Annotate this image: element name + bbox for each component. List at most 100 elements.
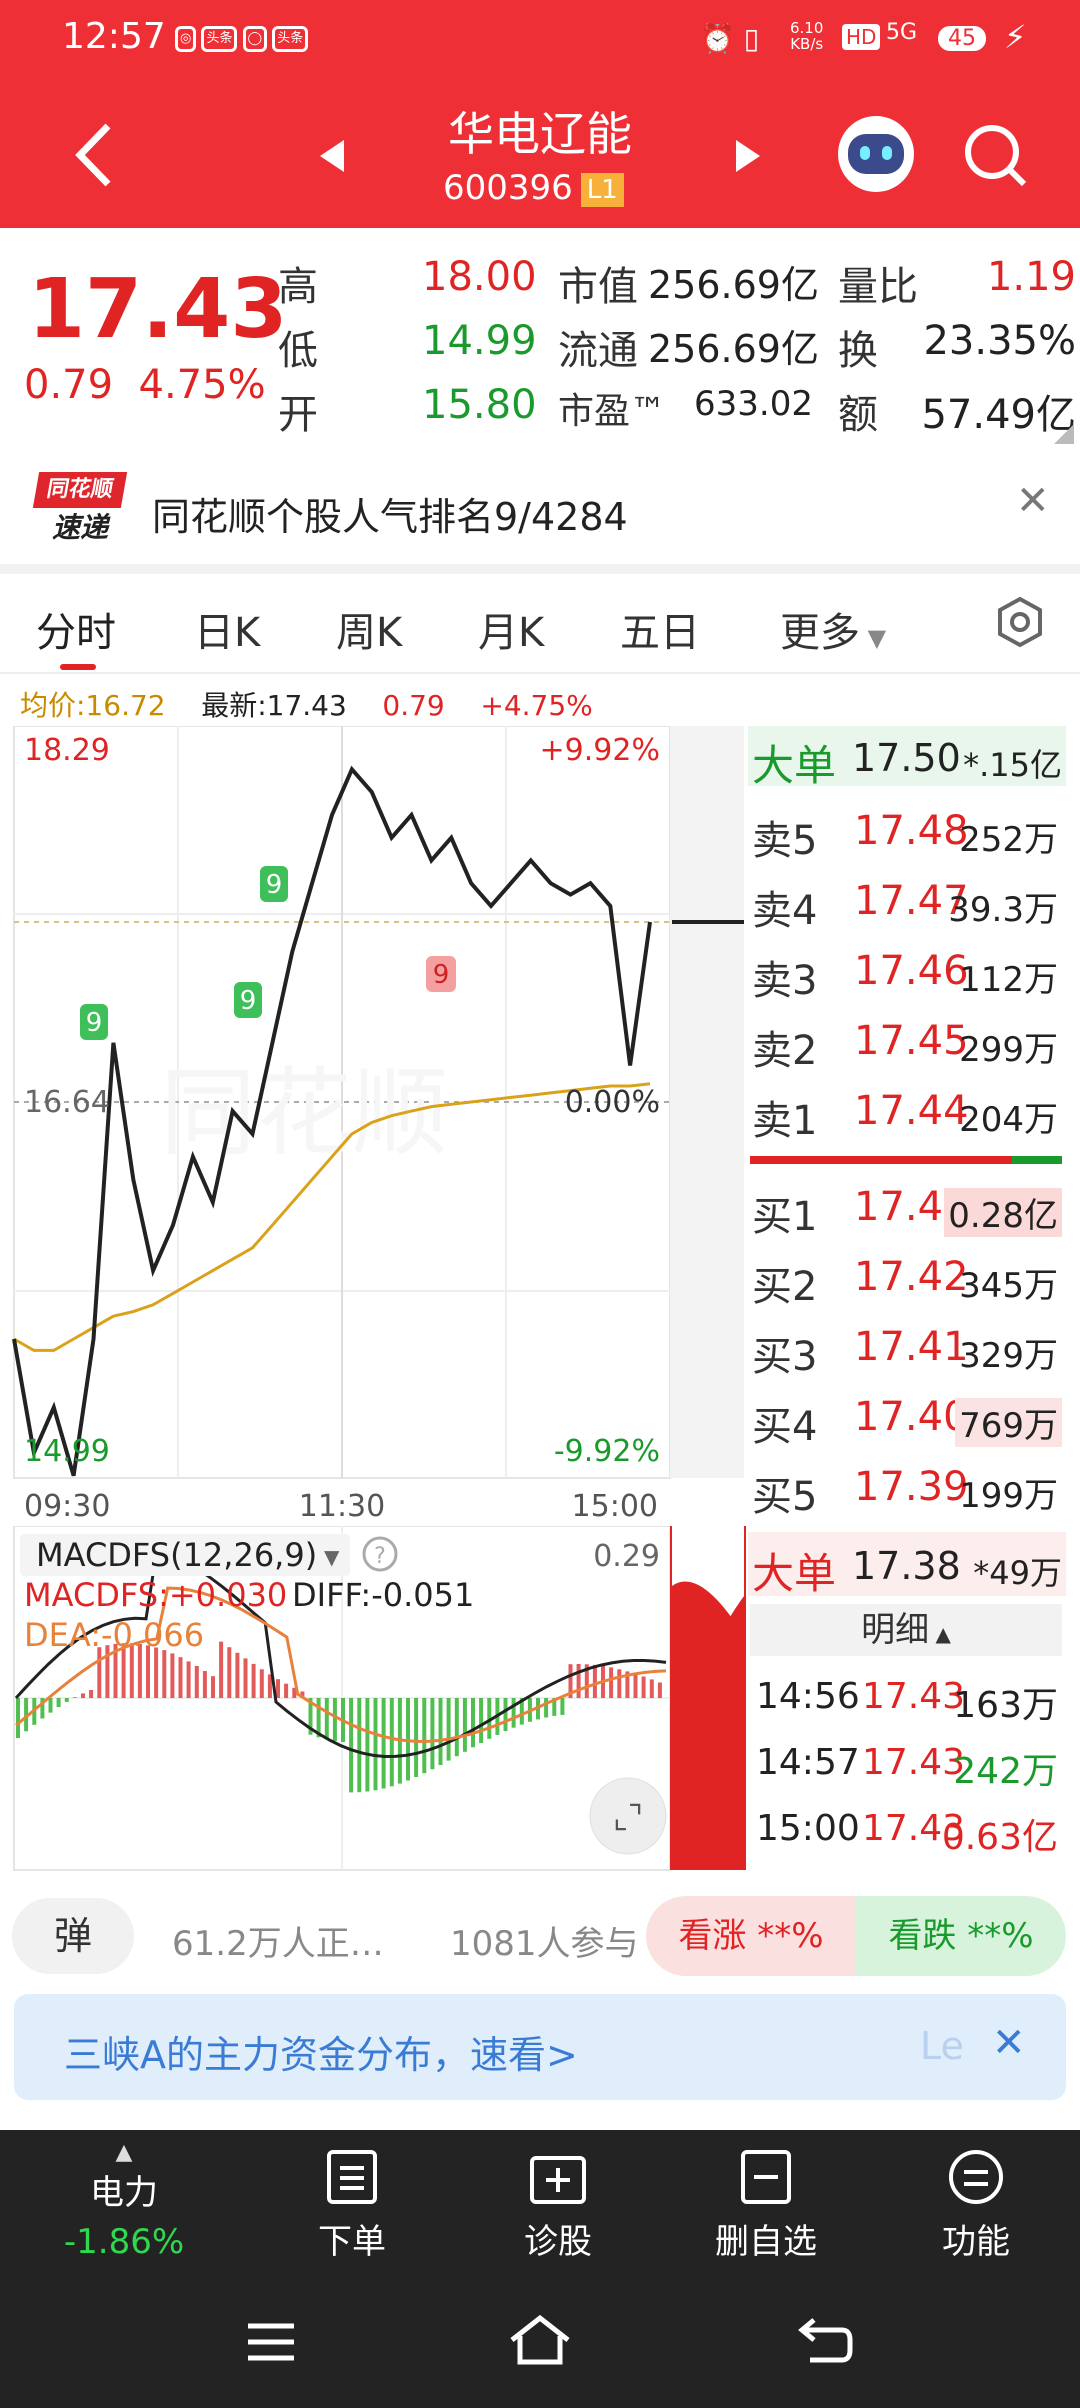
macd-bar [657, 1682, 662, 1698]
tab-monthly-k[interactable]: 月K [478, 600, 544, 658]
high-label: 高 [278, 264, 318, 310]
alarm-vibrate-icons: ⏰ ▯ [700, 22, 760, 55]
banner-close-icon[interactable]: ✕ [992, 2020, 1026, 2066]
low-value: 14.99 [422, 318, 537, 364]
bearish-vote-button[interactable]: 看跌 **% [856, 1896, 1066, 1976]
macd-bar [170, 1653, 175, 1698]
bid-row-4[interactable]: 买4 17.40 769万 [752, 1386, 1062, 1452]
open-label: 开 [278, 392, 318, 438]
mcap-label: 市值 [558, 264, 638, 310]
tab-weekly-k[interactable]: 周K [336, 600, 402, 658]
time-label-open: 09:30 [24, 1489, 110, 1524]
remove-icon [741, 2150, 791, 2204]
remove-watchlist-button[interactable]: 删自选 [686, 2150, 846, 2263]
high-value: 18.00 [422, 254, 537, 300]
axis-mid-price: 16.64 [24, 1085, 110, 1120]
next-stock-icon[interactable] [732, 138, 762, 174]
intraday-price-chart[interactable]: 同花顺 18.29 +9.92% 16.64 0.00% 14.99 -9.92… [0, 726, 745, 1526]
stock-code: 600396 [443, 168, 573, 208]
current-price: 17.43 [28, 262, 288, 357]
close-icon[interactable]: ✕ [1016, 478, 1050, 524]
signal-icon: 5G [886, 20, 918, 45]
ask-row-3[interactable]: 卖3 17.46 112万 [752, 940, 1062, 1006]
settings-icon[interactable] [994, 596, 1046, 648]
svg-text:9: 9 [433, 960, 450, 990]
back-icon[interactable] [70, 120, 120, 190]
expand-corner-icon[interactable] [1054, 424, 1074, 444]
detail-header[interactable]: 明细 ▲ [750, 1604, 1062, 1656]
signal-marker[interactable]: 9 [260, 866, 288, 902]
app-notification-icons: ◎ 头条 ◯ 头条 [175, 26, 309, 52]
divider [0, 564, 1080, 574]
right-gutter [670, 726, 744, 1478]
battery-icon: 45 [938, 26, 986, 51]
level-badge: L1 [580, 172, 624, 207]
change-value: 0.79 [24, 362, 114, 408]
signal-marker[interactable]: 9 [80, 1004, 108, 1040]
bullish-vote-button[interactable]: 看涨 **% [646, 1896, 856, 1976]
bid-row-5[interactable]: 买5 17.39 199万 [752, 1456, 1062, 1522]
notice-text: 同花顺个股人气排名9/4284 [152, 495, 628, 539]
axis-bottom-pct: -9.92% [554, 1434, 660, 1469]
macd-bar [592, 1664, 597, 1698]
ask-row-5[interactable]: 卖5 17.48 252万 [752, 800, 1062, 866]
macd-bar [609, 1667, 614, 1698]
promo-banner[interactable]: 三峡A的主力资金分布，速看> Le ✕ [14, 1994, 1066, 2100]
ask-row-4[interactable]: 卖4 17.47 39.3万 [752, 870, 1062, 936]
trade-tick: 15:00 17.43 0.63亿 [756, 1808, 1058, 1858]
home-nav-icon[interactable] [508, 2314, 572, 2366]
tab-five-day[interactable]: 五日 [620, 600, 700, 658]
notice-bar[interactable]: 同花顺 速递 同花顺个股人气排名9/4284 ✕ [0, 452, 1080, 564]
price-change: 0.79 4.75% [24, 362, 266, 408]
macd-bar [479, 1698, 484, 1743]
macd-bar [357, 1698, 362, 1793]
diagnose-button[interactable]: 诊股 [478, 2150, 638, 2263]
big-order-top: 大单 17.50 *.15亿 [748, 726, 1066, 790]
bid-row-2[interactable]: 买2 17.42 345万 [752, 1246, 1062, 1312]
macd-dea: DEA:-0.066 [24, 1616, 204, 1654]
menu-nav-icon[interactable] [244, 2320, 298, 2364]
back-nav-icon[interactable] [798, 2316, 854, 2364]
low-label: 低 [278, 328, 318, 374]
bid-row-3[interactable]: 买3 17.41 329万 [752, 1316, 1062, 1382]
sector-indicator[interactable]: ▲ 电力 -1.86% [44, 2140, 204, 2262]
macd-max: 0.29 [593, 1539, 660, 1574]
macd-bar [324, 1698, 329, 1740]
macd-bar [389, 1698, 394, 1787]
signal-marker[interactable]: 9 [234, 982, 262, 1018]
barrage-toggle[interactable]: 弹 [12, 1898, 134, 1974]
macd-bar [235, 1652, 240, 1698]
macd-bar [162, 1650, 167, 1698]
signal-marker[interactable]: 9 [426, 956, 456, 992]
ask-row-1[interactable]: 卖1 17.44 204万 [752, 1080, 1062, 1146]
functions-button[interactable]: 功能 [896, 2150, 1056, 2263]
tab-more[interactable]: 更多 ▼ [780, 600, 886, 658]
turnover-value: 23.35% [923, 318, 1076, 364]
search-icon[interactable] [960, 120, 1030, 190]
svg-text:9: 9 [266, 870, 283, 900]
tab-daily-k[interactable]: 日K [194, 600, 260, 658]
time-label-close: 15:00 [572, 1489, 658, 1524]
bottom-toolbar: ▲ 电力 -1.86% 下单 诊股 删自选 功能 [0, 2130, 1080, 2408]
bid-row-1[interactable]: 买1 17.43 0.28亿 [752, 1176, 1062, 1242]
tab-intraday[interactable]: 分时 [36, 600, 116, 658]
latest-price: 最新:17.43 [201, 689, 347, 722]
macd-chart[interactable]: MACDFS(12,26,9) ▼ ? 0.29 MACDFS:+0.030 D… [0, 1526, 748, 1872]
latest-pct: +4.75% [480, 689, 593, 722]
macd-bar [454, 1698, 459, 1757]
order-button[interactable]: 下单 [272, 2150, 432, 2263]
bid-ask-ratio-bar-buy [1012, 1156, 1062, 1164]
float-label: 流通 [558, 328, 638, 374]
macd-bar [89, 1690, 94, 1698]
macd-bar [211, 1676, 215, 1698]
ask-row-2[interactable]: 卖2 17.45 299万 [752, 1010, 1062, 1076]
macd-bar [381, 1698, 386, 1789]
macd-dropdown-icon: ▼ [324, 1545, 340, 1569]
banner-text: 三峡A的主力资金分布，速看> [64, 2033, 578, 2077]
viewer-count: 61.2万人正… [172, 1924, 384, 1964]
banner-tail: Le [920, 2024, 964, 2068]
macd-bar [414, 1698, 419, 1777]
axis-top-price: 18.29 [24, 733, 110, 768]
robot-assistant-icon[interactable] [838, 116, 914, 192]
fullscreen-icon: ⌞⌝ [613, 1798, 643, 1836]
